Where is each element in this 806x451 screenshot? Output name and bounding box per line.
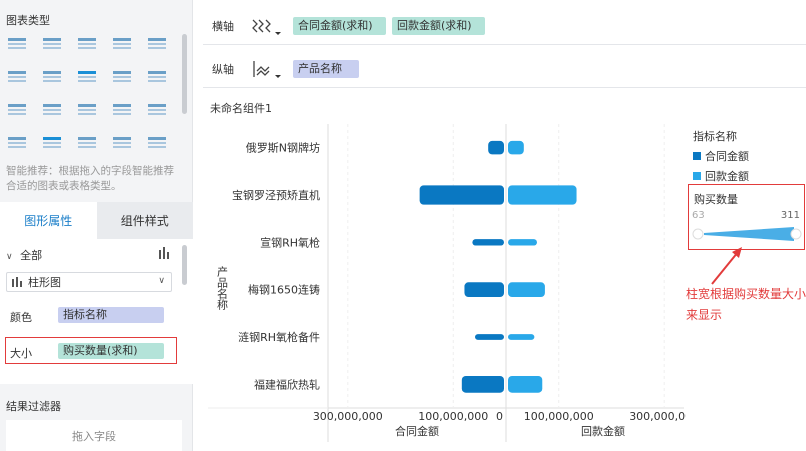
bar-contract (488, 140, 504, 155)
bar-chart-icon (12, 277, 22, 287)
grid-table-icon[interactable] (146, 34, 168, 54)
chart-type-scrollbar[interactable] (182, 34, 187, 114)
line-icon[interactable] (76, 100, 98, 120)
bar-contract (419, 185, 504, 205)
tick-label-left: 300,000,000 (313, 410, 383, 423)
legend-title: 指标名称 (693, 130, 737, 143)
x-axis-label: 横轴 (212, 20, 234, 33)
bar-payment (508, 334, 535, 340)
bar-payment (508, 282, 545, 298)
category-label: 梅钢1650连铸 (248, 283, 320, 297)
x-axis-title-contract: 合同金额 (395, 424, 439, 438)
all-series-toggle[interactable]: ∨ 全部 (6, 247, 42, 263)
category-label: 涟钢RH氧枪备件 (238, 330, 320, 344)
tick-label-right: 100,000,000 (524, 410, 594, 423)
x-field-pill-payment[interactable]: 回款金额(求和) (392, 17, 485, 35)
cross-table-icon[interactable] (41, 34, 63, 54)
wave-icon[interactable] (6, 133, 28, 153)
x-axis-title-payment: 回款金额 (581, 424, 625, 438)
size-legend-max: 311 (780, 210, 800, 221)
bar-contract (461, 375, 504, 393)
number-123-icon[interactable] (111, 34, 133, 54)
y-field-pill-product[interactable]: 产品名称 (293, 60, 359, 78)
tab-graphic-properties[interactable]: 图形属性 (0, 202, 97, 239)
graphic-properties-panel: ∨ 全部 柱形图 ∨ 颜色 指标名称 大小 购买数量(求和) (0, 239, 193, 384)
mirrored-bar-chart: 俄罗斯N钢牌坊宝钢罗泾预矫直机宣钢RH氧枪梅钢1650连铸涟钢RH氧枪备件福建福… (208, 124, 699, 442)
tick-label-left: 0 (496, 410, 503, 423)
scatter-dots-icon[interactable] (76, 133, 98, 153)
heat-map-icon[interactable] (41, 67, 63, 87)
color-legend: 指标名称 合同金额 回款金额 (693, 128, 749, 184)
color-label: 颜色 (10, 311, 32, 324)
multi-bar-icon[interactable] (76, 67, 98, 87)
chevron-down-icon: ∨ (6, 252, 13, 262)
annotation-text: 柱宽根据购买数量大小来显示 (686, 287, 806, 322)
size-legend-box: 购买数量 63 311 (688, 184, 805, 250)
category-label: 宝钢罗泾预矫直机 (232, 188, 320, 202)
y-axis-label: 纵轴 (212, 63, 234, 76)
bar-contract (475, 334, 504, 340)
y-axis-bar: 纵轴 产品名称 (203, 50, 806, 88)
size-legend-wedge[interactable] (690, 225, 804, 245)
radar-icon[interactable] (146, 100, 168, 120)
category-label: 俄罗斯N钢牌坊 (246, 141, 320, 155)
bar-payment (508, 185, 577, 205)
component-title: 未命名组件1 (210, 102, 272, 115)
swap-axis-icon[interactable] (249, 14, 283, 40)
dot-map-icon[interactable] (6, 67, 28, 87)
chart-type-title: 图表类型 (6, 14, 50, 27)
bar-contract (464, 282, 504, 298)
size-legend-title: 购买数量 (694, 193, 738, 206)
detail-table-icon[interactable] (76, 34, 98, 54)
chevron-down-icon: ∨ (158, 276, 165, 286)
tick-label-left: 100,000,000 (418, 410, 488, 423)
bar-payment (508, 375, 543, 393)
bar-payment (508, 140, 524, 155)
legend-item-payment[interactable]: 回款金额 (693, 168, 749, 184)
legend-swatch (693, 172, 701, 180)
x-field-pill-contract[interactable]: 合同金额(求和) (293, 17, 386, 35)
stacked-bar-icon[interactable] (111, 67, 133, 87)
dot-icon[interactable] (41, 100, 63, 120)
size-label: 大小 (10, 347, 32, 360)
legend-swatch (693, 152, 701, 160)
bar-contract (472, 239, 504, 246)
filter-drop-zone[interactable]: 拖入字段 (6, 420, 182, 451)
result-filter-title: 结果过滤器 (6, 400, 61, 413)
pie-icon[interactable] (146, 133, 168, 153)
tab-component-style[interactable]: 组件样式 (96, 202, 193, 239)
bar-chart-icon[interactable] (158, 247, 172, 259)
left-panel: 图表类型 智能推荐：根据拖入的字段智能推荐合适的图表或表格类型。 图形属性 组件… (0, 0, 193, 451)
column-icon[interactable] (146, 67, 168, 87)
scatter-icon[interactable] (6, 100, 28, 120)
legend-item-contract[interactable]: 合同金额 (693, 148, 749, 164)
multi-line-icon[interactable] (111, 100, 133, 120)
bubble-icon[interactable] (111, 133, 133, 153)
chart-type-select[interactable]: 柱形图 ∨ (6, 272, 172, 292)
recommend-text: 智能推荐：根据拖入的字段智能推荐合适的图表或表格类型。 (6, 165, 174, 192)
table-icon[interactable] (6, 34, 28, 54)
category-label: 福建福欣热轧 (254, 377, 320, 391)
y-axis-title: 产品名称 (216, 265, 229, 311)
color-field-pill[interactable]: 指标名称 (58, 307, 164, 323)
size-field-pill[interactable]: 购买数量(求和) (58, 343, 164, 359)
bar-payment (508, 239, 537, 246)
combo-bar-icon[interactable] (41, 133, 63, 153)
swap-axis-icon[interactable] (249, 57, 283, 83)
category-label: 宣钢RH氧枪 (260, 235, 320, 249)
x-axis-bar: 横轴 合同金额(求和) 回款金额(求和) (203, 7, 806, 45)
size-legend-min: 63 (692, 210, 705, 221)
property-tabs: 图形属性 组件样式 (0, 202, 193, 239)
tick-label-right: 300,000,000 (629, 410, 686, 423)
properties-scrollbar[interactable] (182, 245, 187, 285)
